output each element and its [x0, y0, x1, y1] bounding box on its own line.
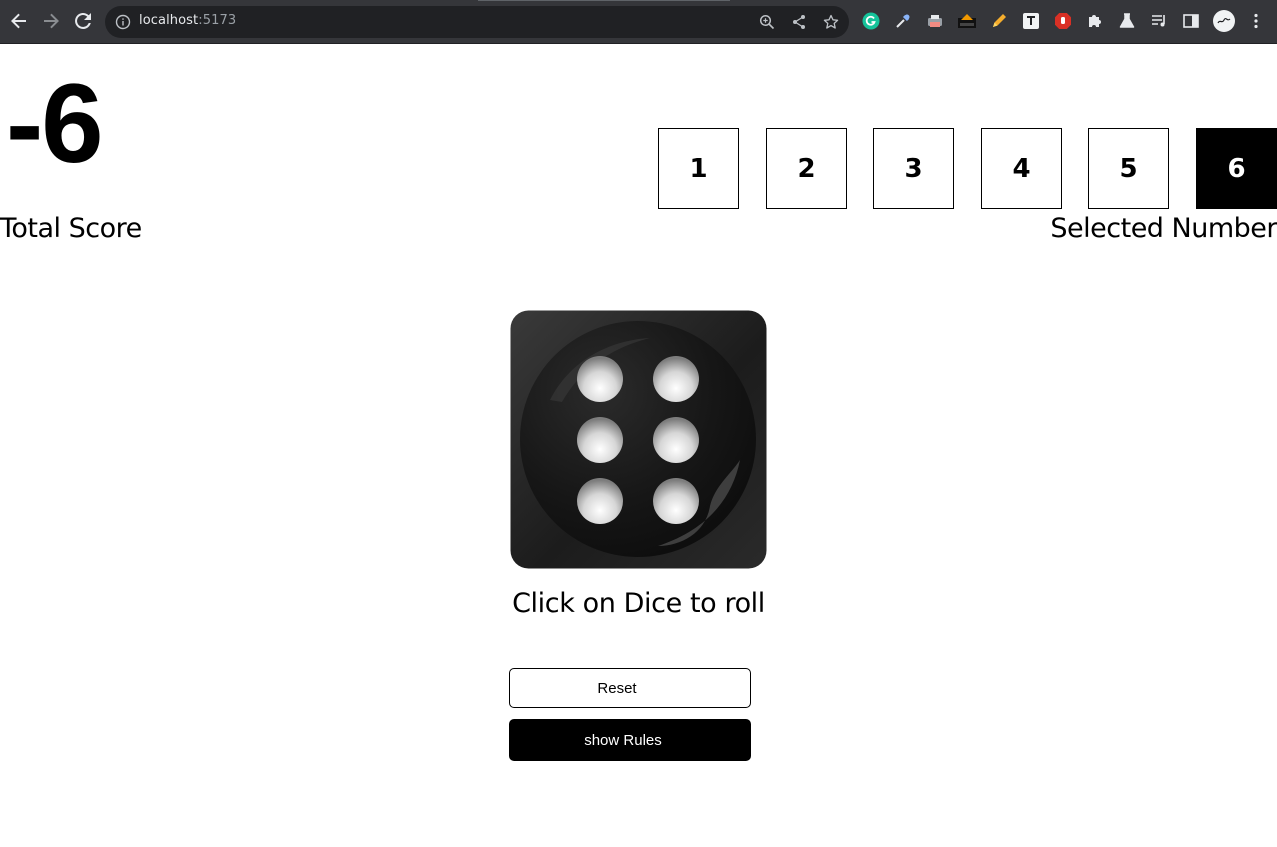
zoom-icon[interactable]	[759, 14, 775, 30]
dice-button[interactable]	[510, 310, 767, 569]
reload-icon[interactable]	[71, 9, 95, 33]
side-panel-icon[interactable]	[1181, 11, 1201, 31]
stop-hand-icon[interactable]	[1053, 11, 1073, 31]
extension-dark-icon[interactable]	[957, 11, 977, 31]
back-icon[interactable]	[7, 9, 31, 33]
number-option-4[interactable]: 4	[981, 128, 1062, 209]
grammarly-icon[interactable]	[861, 11, 881, 31]
site-info-icon[interactable]	[115, 14, 131, 34]
media-queue-icon[interactable]	[1149, 11, 1169, 31]
flask-icon[interactable]	[1117, 11, 1137, 31]
reset-button[interactable]: Reset	[509, 668, 751, 708]
eyedropper-icon[interactable]	[893, 11, 913, 31]
reset-button-label: Reset	[597, 679, 637, 697]
puzzle-icon[interactable]	[1085, 11, 1105, 31]
number-option-2[interactable]: 2	[766, 128, 847, 209]
active-tab-indicator	[478, 0, 730, 1]
url-host: localhost	[139, 13, 199, 28]
show-rules-button-label: show Rules	[584, 731, 662, 749]
bookmark-star-icon[interactable]	[823, 14, 839, 30]
total-score-value: -6	[6, 61, 104, 186]
menu-dots-icon[interactable]	[1246, 11, 1266, 31]
browser-toolbar: localhost:5173	[0, 0, 1277, 44]
address-bar[interactable]: localhost:5173	[105, 6, 849, 38]
url-text: localhost:5173	[139, 13, 236, 28]
number-option-6[interactable]: 6	[1196, 128, 1277, 209]
roll-instruction: Click on Dice to roll	[512, 588, 765, 619]
dice-six-icon	[510, 310, 767, 569]
share-icon[interactable]	[791, 14, 807, 30]
text-t-icon[interactable]	[1021, 11, 1041, 31]
forward-icon[interactable]	[39, 9, 63, 33]
selected-number-label: Selected Number	[1050, 213, 1277, 244]
profile-avatar-icon[interactable]	[1213, 10, 1235, 32]
url-port: :5173	[198, 13, 237, 28]
total-score-label: Total Score	[0, 213, 142, 244]
number-option-5[interactable]: 5	[1088, 128, 1169, 209]
extension-printer-icon[interactable]	[925, 11, 945, 31]
number-option-1[interactable]: 1	[658, 128, 739, 209]
pencil-icon[interactable]	[989, 11, 1009, 31]
number-option-3[interactable]: 3	[873, 128, 954, 209]
show-rules-button[interactable]: show Rules	[509, 719, 751, 761]
